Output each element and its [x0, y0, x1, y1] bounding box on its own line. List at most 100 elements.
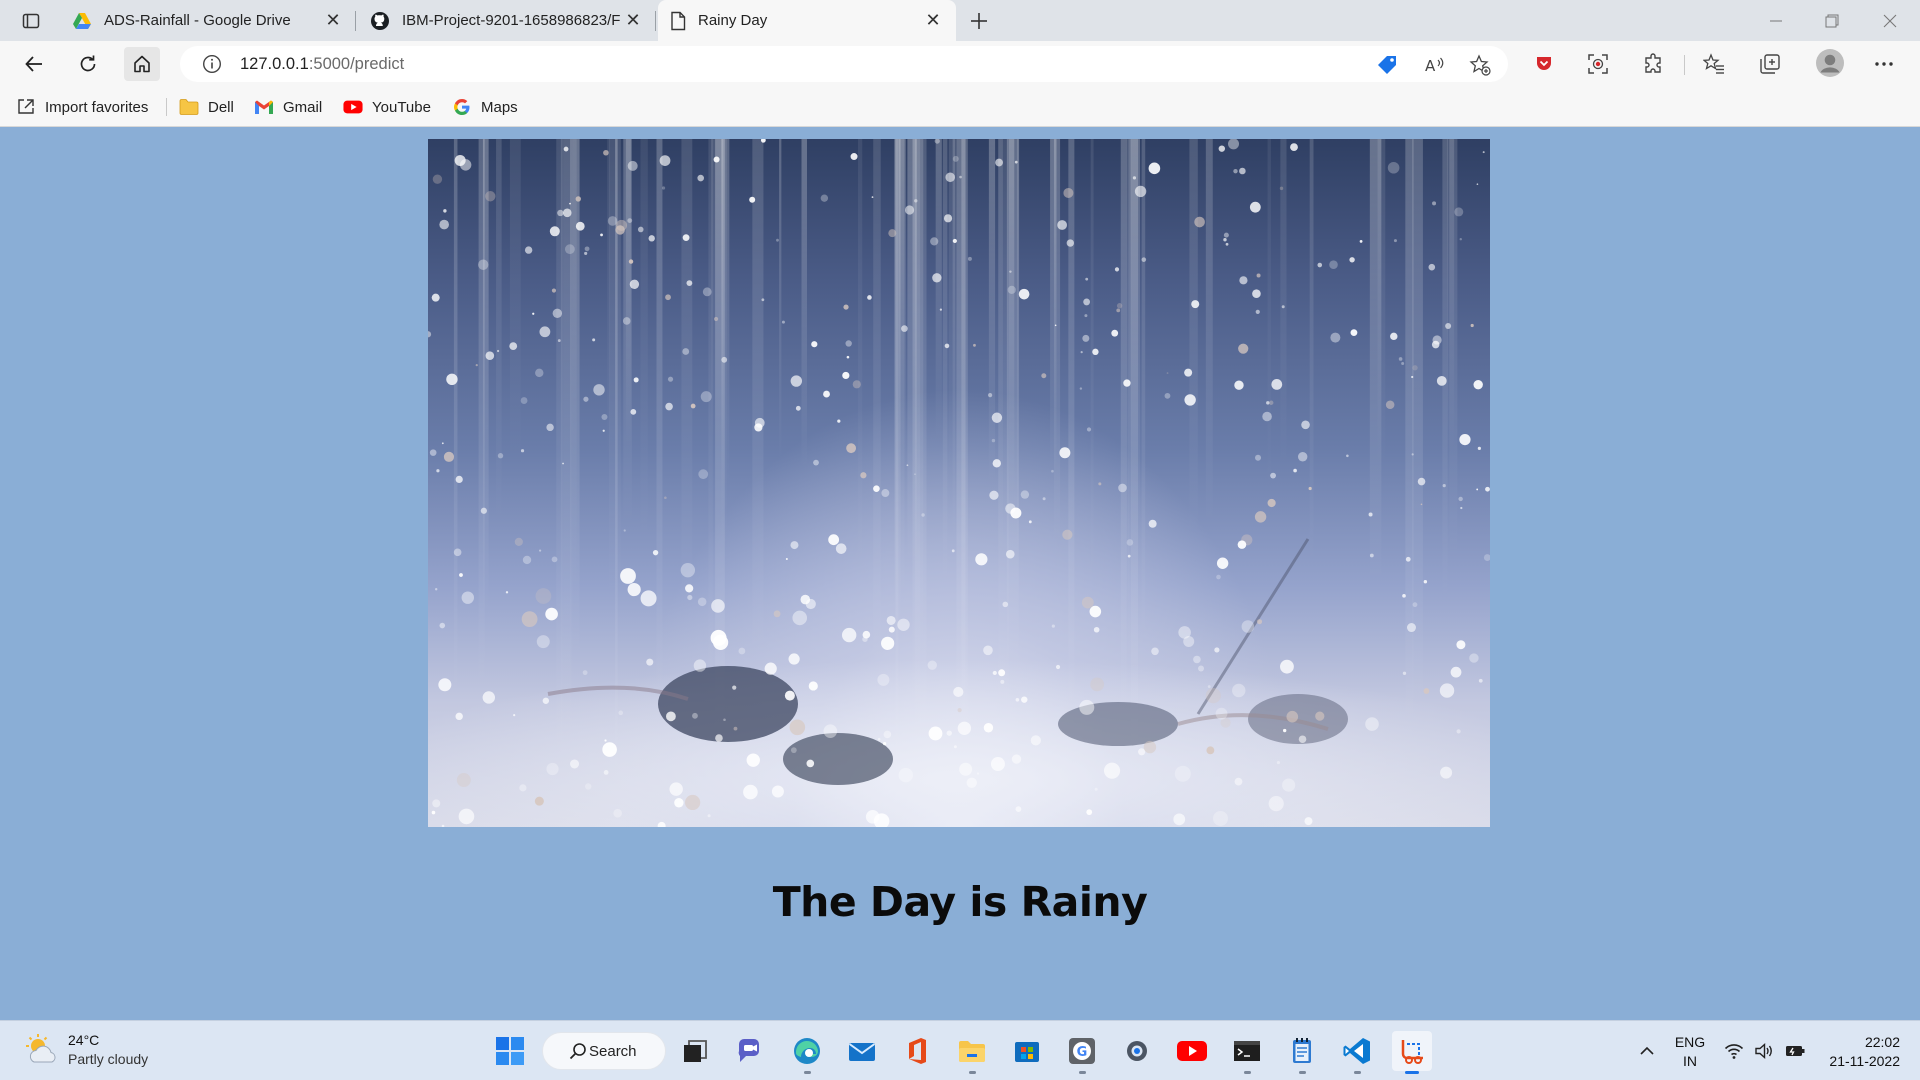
site-info-icon[interactable] [202, 54, 222, 74]
vscode-app[interactable] [1337, 1031, 1377, 1074]
rain-drop [1054, 324, 1057, 327]
toolbar-divider [1684, 55, 1685, 75]
gmail-icon [254, 97, 274, 117]
chevron-up-icon [1640, 1046, 1654, 1055]
rain-drop [943, 214, 953, 223]
refresh-button[interactable] [70, 47, 106, 81]
youtube-app[interactable] [1172, 1031, 1212, 1071]
file-explorer-app[interactable] [952, 1031, 992, 1074]
rain-drop [1041, 373, 1047, 379]
rain-drop [1279, 186, 1284, 191]
rain-drop [952, 238, 957, 244]
teams-chat-app[interactable] [731, 1031, 771, 1071]
rain-drop [784, 690, 795, 701]
task-view-button[interactable] [675, 1031, 715, 1071]
rain-drop [664, 496, 667, 500]
profile-avatar[interactable] [1813, 46, 1847, 80]
rain-drop [881, 489, 890, 498]
rain-drop [823, 724, 838, 738]
screen-capture-icon[interactable] [1584, 50, 1612, 78]
restore-button[interactable] [1804, 0, 1860, 41]
edge-browser-app[interactable] [787, 1031, 827, 1074]
back-button[interactable] [16, 47, 52, 81]
url-text[interactable]: 127.0.0.1:5000/predict [240, 55, 404, 74]
close-tab-icon[interactable]: ✕ [322, 10, 344, 32]
office-app[interactable] [897, 1031, 937, 1071]
favorite-gmail[interactable]: Gmail [254, 95, 322, 119]
more-menu-icon[interactable] [1870, 50, 1898, 78]
close-tab-icon[interactable]: ✕ [922, 10, 944, 32]
rain-drop [1173, 813, 1186, 826]
terminal-icon [1234, 1041, 1260, 1061]
rain-drop [669, 782, 683, 796]
favorite-maps[interactable]: Maps [452, 95, 518, 119]
favorite-import[interactable]: Import favorites [16, 95, 148, 119]
tab-rainy-day[interactable]: Rainy Day ✕ [658, 0, 956, 41]
rain-drop [700, 391, 712, 403]
weather-widget[interactable]: 24°C Partly cloudy [24, 1031, 148, 1069]
read-aloud-icon[interactable]: A [1423, 54, 1445, 76]
rain-drop [693, 659, 707, 672]
running-indicator [1405, 1071, 1419, 1074]
favorite-youtube[interactable]: YouTube [343, 95, 431, 119]
close-tab-icon[interactable]: ✕ [622, 10, 644, 32]
start-button[interactable] [490, 1031, 530, 1071]
address-bar[interactable]: 127.0.0.1:5000/predict A [180, 46, 1508, 82]
pocket-extension-icon[interactable] [1530, 50, 1558, 78]
rain-drop [841, 627, 857, 643]
rain-drop [1282, 728, 1287, 733]
rain-drop [1469, 653, 1479, 663]
tab-github[interactable]: IBM-Project-9201-1658986823/F ✕ [358, 0, 656, 41]
collections-icon[interactable] [1756, 50, 1784, 78]
rain-drop [1239, 167, 1246, 175]
rain-drop [1215, 707, 1228, 720]
terminal-app[interactable] [1227, 1031, 1267, 1074]
rain-drop [906, 464, 909, 467]
rain-drop [459, 159, 472, 171]
tab-google-drive[interactable]: ADS-Rainfall - Google Drive ✕ [60, 0, 356, 41]
page-icon [671, 11, 686, 30]
rain-streak [1412, 139, 1423, 724]
settings-app[interactable] [1117, 1031, 1157, 1071]
battery-icon[interactable] [1782, 1021, 1808, 1080]
close-window-button[interactable] [1862, 0, 1918, 41]
mail-app[interactable] [842, 1031, 882, 1071]
rain-drop [557, 339, 561, 342]
rain-drop [1116, 308, 1121, 313]
new-tab-button[interactable] [964, 6, 994, 36]
show-hidden-icons-button[interactable] [1632, 1021, 1662, 1080]
rain-drop [690, 403, 696, 409]
rain-image [428, 139, 1490, 827]
add-favorite-icon[interactable] [1469, 54, 1491, 76]
notepad-app[interactable] [1282, 1031, 1322, 1074]
favorite-dell[interactable]: Dell [179, 95, 234, 119]
shopping-tag-icon[interactable] [1376, 54, 1398, 76]
rain-drop [1207, 685, 1211, 688]
rain-drop [764, 662, 777, 675]
home-button[interactable] [124, 47, 160, 81]
task-view-icon [684, 1040, 707, 1062]
minimize-button[interactable] [1748, 0, 1804, 41]
rain-drop [520, 449, 525, 453]
rain-drop [539, 549, 542, 552]
volume-icon[interactable] [1752, 1021, 1776, 1080]
rain-drop [1080, 351, 1083, 354]
rain-drop [461, 591, 474, 604]
language-indicator[interactable]: ENG IN [1670, 1033, 1710, 1071]
rain-drop [1238, 343, 1249, 354]
extensions-icon[interactable] [1640, 50, 1668, 78]
rain-drop [1346, 454, 1349, 458]
rain-drop [600, 233, 603, 237]
taskbar-clock[interactable]: 22:02 21-11-2022 [1818, 1033, 1900, 1071]
favorites-icon[interactable] [1700, 50, 1728, 78]
rain-drop [545, 607, 558, 621]
chrome-app[interactable]: G [1062, 1031, 1102, 1074]
taskbar-search[interactable]: Search [542, 1032, 666, 1070]
rain-drop [845, 340, 852, 347]
wifi-icon[interactable] [1722, 1021, 1746, 1080]
store-app[interactable] [1007, 1031, 1047, 1071]
snipping-tool-app[interactable] [1392, 1031, 1432, 1074]
rain-drop [754, 423, 763, 432]
rain-drop [1257, 619, 1263, 625]
tab-actions-button[interactable] [14, 8, 48, 34]
